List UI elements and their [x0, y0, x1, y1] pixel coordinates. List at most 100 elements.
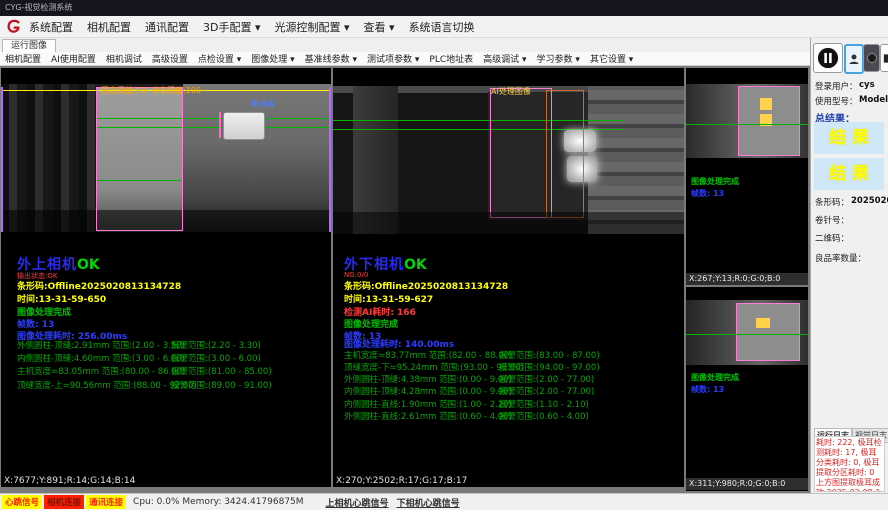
app-logo-icon [5, 19, 21, 35]
toolbar-image-processing[interactable]: 图像处理 ▾ [246, 52, 299, 65]
toolbar-camera-config[interactable]: 相机配置 [0, 52, 46, 65]
toolbar-other-settings[interactable]: 其它设置 ▾ [585, 52, 638, 65]
menu-item-3d-hand-config[interactable]: 3D手配置 ▾ [196, 19, 268, 35]
toolbar-advanced-settings[interactable]: 高级设置 [147, 52, 193, 65]
app-window: CYG-视觉检测系统 系统配置 相机配置 通讯配置 3D手配置 ▾ 光源控制配置… [0, 0, 888, 522]
tab-highlight [760, 98, 772, 110]
menu-item-comm-config[interactable]: 通讯配置 [138, 19, 196, 35]
marker-line-magenta [219, 112, 221, 138]
camera-view-outer-bottom[interactable]: AI处理图像 [333, 86, 684, 234]
frame-count-line: 帧数: 13 [691, 384, 724, 395]
alarm-range-text: 报警范围:(2.00 - 77.00) [499, 385, 594, 397]
measure-line-green [686, 334, 808, 335]
right-sidebar: 登录用户： cys 使用型号： Model1 总结果： 结 果 结 果 条形码：… [810, 38, 888, 493]
camera-thumb-view-top[interactable] [686, 84, 808, 158]
toolbar-camera-debug[interactable]: 相机调试 [101, 52, 147, 65]
measurement-text: 外侧圆柱-顶缝:4.38mm 范围:(0.00 - 9.00) [344, 373, 512, 385]
result-ok-label: OK [77, 257, 100, 273]
log-text[interactable]: 耗时: 222, 极耳检测耗时: 17, 极耳分类耗时: 0, 极耳提取分区耗时… [814, 436, 885, 492]
alarm-range-text: 报警范围:(0.60 - 4.00) [499, 410, 589, 422]
time-line: 时间:13-31-59-650 [17, 292, 106, 305]
edge-line-purple [1, 87, 3, 232]
alarm-range-text: 报警范围:(3.00 - 6.00) [171, 352, 261, 364]
camera-panel-outer-top: 固定阈值:93, 动态阈值:100 R:66 外上相机OK 输出状态:OK 条形… [1, 68, 331, 487]
camera-thumb-view-bottom[interactable] [686, 300, 808, 365]
measurement-text: 内侧圆柱-直线:1.90mm 范围:(1.00 - 2.20) [344, 398, 512, 410]
alarm-range-text: 报警范围:(1.10 - 2.10) [499, 398, 589, 410]
model-label: 使用型号： [815, 95, 858, 107]
result-box-1: 结 果 [814, 122, 884, 154]
time-line: 时间:13-31-59-627 [344, 292, 433, 305]
roi-rect-pink [96, 87, 183, 231]
roi-rect-pink [490, 88, 552, 218]
connector-part [223, 112, 265, 140]
pixel-coords-readout: X:267;Y:13;R:0;G:0;B:0 [686, 273, 808, 285]
menu-item-camera-config[interactable]: 相机配置 [80, 19, 138, 35]
pause-button[interactable] [813, 43, 843, 73]
toolbar-learning-params[interactable]: 学习参数 ▾ [532, 52, 585, 65]
barcode-line: 条形码:Offline2025020813134728 [17, 279, 181, 292]
measurement-text: 外侧圆柱-直线:2.61mm 范围:(0.60 - 4.00) [344, 410, 512, 422]
barcode-value: 20250208 [815, 196, 888, 206]
record-icon [866, 52, 878, 64]
user-icon [848, 52, 860, 66]
alarm-range-text: 报警范围:(2.00 - 77.00) [499, 373, 594, 385]
status-bar: 心跳信号 相机连接 通讯连接 Cpu: 0.0% Memory: 3424.41… [0, 493, 888, 510]
edge-line-purple [329, 87, 331, 232]
camera-connection-badge: 相机连接 [44, 495, 84, 509]
shadow-band [333, 212, 684, 234]
measurement-text: 顶缝宽度-上=90.56mm 范围:(88.00 - 92.00) [17, 379, 197, 391]
tab-strip: 运行图像 [0, 38, 810, 52]
toolbar-test-item-params[interactable]: 测试项参数 ▾ [362, 52, 424, 65]
output-status-line: NG:0/0 [344, 271, 368, 279]
measurement-text: 主机宽度=83.05mm 范围:(80.00 - 86.00) [17, 365, 185, 377]
result-box-2: 结 果 [814, 158, 884, 190]
pixel-coords-readout: X:7677;Y:891;R:14;G:14;B:14 [4, 476, 135, 486]
pixel-coords-readout: X:311;Y:980;R:0;G:0;B:0 [686, 478, 808, 490]
toolbar-plc-address-table[interactable]: PLC地址表 [424, 52, 478, 65]
roi-rect-orange [546, 90, 584, 218]
menu-item-light-control-config[interactable]: 光源控制配置 ▾ [268, 19, 357, 35]
qr-code-label: 二维码： [815, 232, 849, 244]
heartbeat-status-badge: 心跳信号 [2, 495, 42, 509]
menu-item-system-config[interactable]: 系统配置 [22, 19, 80, 35]
measurement-text: 主机宽度=83.77mm 范围:(82.00 - 88.00) [344, 349, 512, 361]
menu-item-view[interactable]: 查看 ▾ [357, 19, 402, 35]
bottom-camera-heartbeat-label: 下相机心跳信号 [397, 496, 460, 509]
frame-count-line: 帧数: 13 [691, 188, 724, 199]
window-title: CYG-视觉检测系统 [5, 3, 72, 12]
user-login-button[interactable] [844, 44, 864, 74]
result-ok-label: OK [404, 257, 427, 273]
toolbar-baseline-params[interactable]: 基准线参数 ▾ [300, 52, 362, 65]
roi-rect-pink [736, 303, 800, 361]
process-done-line: 图像处理完成 [691, 372, 739, 383]
toolbar-advanced-debug[interactable]: 高级调试 ▾ [478, 52, 531, 65]
pixel-coords-readout: X:270;Y:2502;R:17;G:17;B:17 [336, 476, 467, 486]
measurement-text: 顶缝宽度-下=95.24mm 范围:(93.00 - 98.00) [344, 361, 524, 373]
measurement-text: 内侧圆柱-顶缝:4.28mm 范围:(0.00 - 9.00) [344, 385, 512, 397]
tab-highlight [756, 318, 770, 328]
comm-connection-badge: 通讯连接 [86, 495, 126, 509]
toolbar-ai-use-config[interactable]: AI使用配置 [46, 52, 101, 65]
measurement-text: 外侧圆柱-顶缝:2.91mm 范围:(2.00 - 3.50) [17, 339, 185, 351]
record-button[interactable] [863, 44, 880, 72]
measurement-text: 内侧圆柱-顶缝:4.60mm 范围:(3.00 - 6.00) [17, 352, 185, 364]
tab-run-image[interactable]: 运行图像 [2, 39, 56, 53]
top-camera-heartbeat-label: 上相机心跳信号 [326, 496, 389, 509]
alarm-range-text: 报警范围:(89.00 - 91.00) [171, 379, 272, 391]
menu-item-language-switch[interactable]: 系统语言切换 [402, 19, 482, 35]
content-area: 固定阈值:93, 动态阈值:100 R:66 外上相机OK 输出状态:OK 条形… [0, 66, 810, 493]
pause-icon [817, 47, 839, 69]
alarm-range-text: 报警范围:(81.00 - 85.00) [171, 365, 272, 377]
measure-line-green [686, 124, 808, 125]
toolbar-spot-check-settings[interactable]: 点检设置 ▾ [193, 52, 246, 65]
ai-image-label: AI处理图像 [491, 86, 531, 97]
window-titlebar: CYG-视觉检测系统 [0, 0, 888, 16]
exit-button[interactable] [880, 44, 888, 72]
alarm-range-text: 报警范围:(2.20 - 3.30) [171, 339, 261, 351]
barcode-line: 条形码:Offline2025020813134728 [344, 279, 508, 292]
login-user-value: cys [859, 80, 875, 90]
camera-view-outer-top[interactable]: 固定阈值:93, 动态阈值:100 R:66 [1, 84, 331, 232]
exit-door-icon [882, 52, 888, 65]
model-value: Model1 [859, 95, 888, 105]
